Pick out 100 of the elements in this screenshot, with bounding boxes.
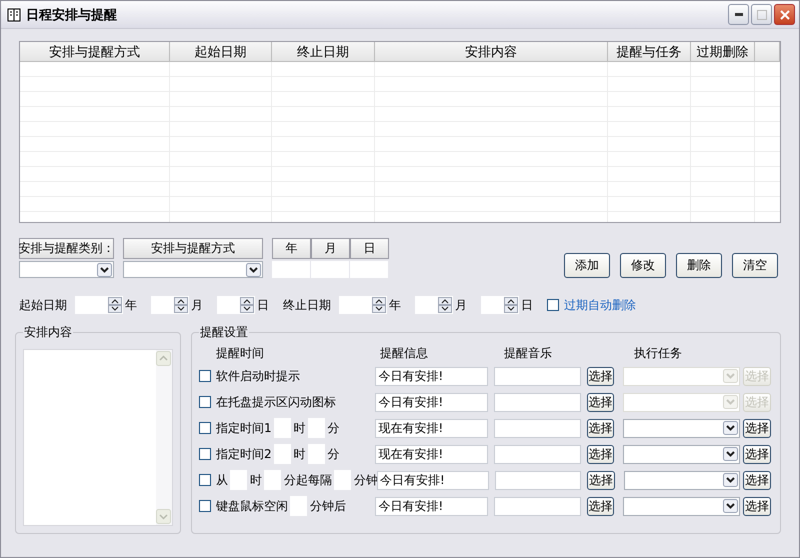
date-header[interactable]: 年 (272, 238, 311, 259)
checkbox[interactable] (199, 422, 211, 434)
task-dropdown[interactable] (623, 496, 740, 516)
date-cell (350, 261, 389, 278)
choose-button[interactable]: 选择 (586, 496, 614, 516)
time-field[interactable] (334, 470, 351, 490)
column-header[interactable]: 终止日期 (272, 42, 375, 62)
close-button[interactable] (774, 4, 795, 25)
column-label: 执行任务 (634, 344, 682, 362)
checkbox[interactable] (199, 370, 211, 382)
spin-field[interactable] (481, 296, 519, 314)
category-dropdown[interactable] (19, 261, 114, 278)
choose-button[interactable]: 选择 (586, 418, 614, 438)
method-dropdown[interactable] (123, 261, 263, 278)
table-row[interactable] (20, 107, 780, 122)
column-header (755, 42, 780, 62)
end-date-label: 终止日期 (283, 296, 331, 314)
maximize-icon (756, 10, 766, 20)
column-header[interactable]: 起始日期 (170, 42, 272, 62)
message-field[interactable]: 今日有安排! (377, 470, 490, 490)
table-row[interactable] (20, 167, 780, 182)
auto-delete-label[interactable]: 过期自动删除 (564, 296, 636, 314)
option-label: 从 (216, 472, 228, 488)
choose-button[interactable]: 选择 (743, 418, 772, 438)
category-header[interactable]: 安排与提醒类别： (19, 238, 114, 259)
spin-field[interactable] (217, 296, 255, 314)
time-field[interactable] (290, 496, 307, 516)
option-label: 分 (328, 420, 340, 436)
window-title: 日程安排与提醒 (26, 6, 117, 24)
choose-button[interactable]: 选择 (743, 496, 772, 516)
checkbox[interactable] (199, 396, 211, 408)
content-text-area[interactable] (23, 349, 173, 526)
time-field[interactable] (274, 444, 291, 464)
column-header[interactable]: 安排与提醒方式 (20, 42, 170, 62)
date-header[interactable]: 月 (311, 238, 350, 259)
action-button[interactable]: 删除 (676, 253, 722, 278)
date-cell (272, 261, 311, 278)
message-field[interactable]: 现在有安排! (375, 418, 488, 438)
unit-label: 日 (257, 296, 269, 314)
music-field[interactable] (495, 470, 582, 490)
option-label: 键盘鼠标空闲 (216, 498, 288, 514)
option-label: 分起每隔 (284, 472, 332, 488)
message-field[interactable]: 今日有安排! (375, 496, 488, 516)
spin-arrows-icon (504, 297, 518, 313)
minimize-button[interactable] (728, 4, 749, 25)
spin-field[interactable] (75, 296, 123, 314)
table-row[interactable] (20, 197, 780, 212)
action-button[interactable]: 清空 (732, 253, 778, 278)
choose-button[interactable]: 选择 (743, 444, 772, 464)
column-header[interactable]: 提醒与任务 (608, 42, 691, 62)
time-field[interactable] (308, 418, 325, 438)
spin-arrows-icon (240, 297, 254, 313)
task-dropdown[interactable] (623, 418, 740, 438)
checkbox[interactable] (199, 474, 211, 486)
task-dropdown[interactable] (623, 444, 740, 464)
choose-button[interactable]: 选择 (586, 392, 614, 412)
table-row[interactable] (20, 137, 780, 152)
checkbox[interactable] (199, 448, 211, 460)
checkbox[interactable] (199, 500, 211, 512)
time-field[interactable] (264, 470, 281, 490)
option-label: 时 (250, 472, 262, 488)
scrollbar[interactable] (156, 350, 172, 525)
music-field[interactable] (494, 392, 581, 412)
choose-button[interactable]: 选择 (743, 470, 771, 490)
table-row[interactable] (20, 77, 780, 92)
table-row[interactable] (20, 122, 780, 137)
option-label: 分 (328, 446, 340, 462)
table-row[interactable] (20, 182, 780, 197)
minimize-icon (734, 13, 742, 16)
action-button[interactable]: 修改 (620, 253, 666, 278)
task-dropdown[interactable] (624, 470, 740, 490)
spin-field[interactable] (151, 296, 189, 314)
table-row[interactable] (20, 152, 780, 167)
music-field[interactable] (494, 366, 581, 386)
message-field[interactable]: 现在有安排! (375, 444, 488, 464)
spin-field[interactable] (339, 296, 387, 314)
choose-button[interactable]: 选择 (586, 366, 614, 386)
column-header[interactable]: 过期删除 (691, 42, 755, 62)
music-field[interactable] (494, 418, 581, 438)
music-field[interactable] (494, 444, 581, 464)
message-field[interactable]: 今日有安排! (375, 392, 488, 412)
checkbox[interactable] (547, 299, 559, 311)
time-field[interactable] (308, 444, 325, 464)
column-header[interactable]: 安排内容 (375, 42, 608, 62)
choose-button[interactable]: 选择 (587, 470, 615, 490)
method-header[interactable]: 安排与提醒方式 (123, 238, 263, 259)
unit-label: 月 (455, 296, 467, 314)
table-row[interactable] (20, 62, 780, 77)
table-row[interactable] (20, 92, 780, 107)
time-field[interactable] (274, 418, 291, 438)
option-label: 指定时间2 (216, 446, 272, 462)
time-field[interactable] (230, 470, 247, 490)
spin-field[interactable] (415, 296, 453, 314)
date-header[interactable]: 日 (350, 238, 389, 259)
option-label: 指定时间1 (216, 420, 272, 436)
message-field[interactable]: 今日有安排! (375, 366, 488, 386)
option-label: 软件启动时提示 (216, 368, 300, 384)
music-field[interactable] (494, 496, 581, 516)
action-button[interactable]: 添加 (564, 253, 610, 278)
choose-button[interactable]: 选择 (586, 444, 614, 464)
